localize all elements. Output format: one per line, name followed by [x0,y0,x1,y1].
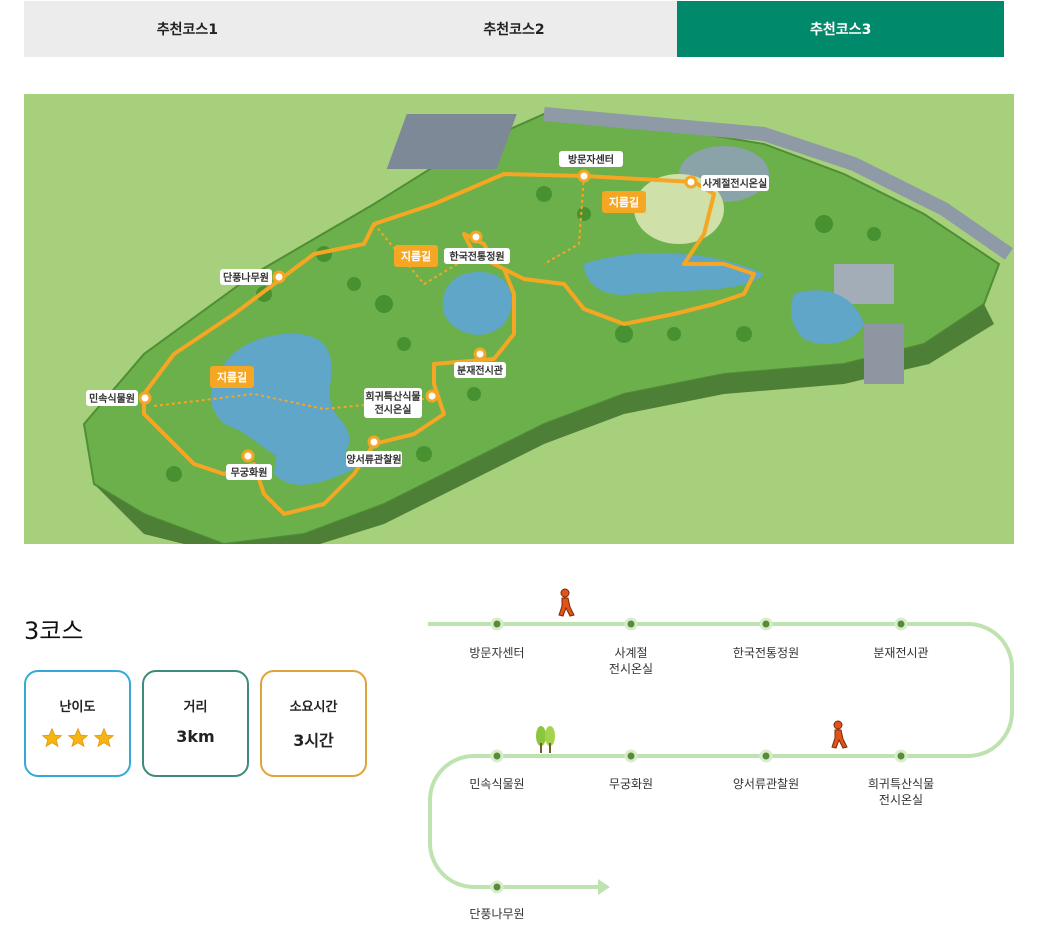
time-label: 소요시간 [289,700,338,715]
distance-label: 거리 [183,700,208,715]
route-stop-label: 민속식물원 [469,777,525,791]
map-label-bonsai-hall: 분재전시관 [457,364,504,377]
route-stop-label: 분재전시관 [873,646,929,660]
map-label-seasonal-greenhouse: 사계절전시온실 [703,177,767,190]
map-label-visitor-center: 방문자센터 [568,153,614,166]
route-stop-label: 사계절 전시온실 [608,646,654,676]
map-label-rose-garden: 무궁화원 [231,466,268,479]
tree-icon [536,726,555,753]
distance-card: 거리 3km [142,670,249,777]
route-line [428,588,1014,895]
route-stop-label: 무궁화원 [608,777,654,791]
route-diagram: 방문자센터 사계절 전시온실 한국전통정원 분재전시관 희귀특산식물 전시온실 … [428,585,1028,925]
time-value: 3시간 [293,731,334,750]
star-icon [93,727,114,748]
course-tabs: 추천코스1 추천코스2 추천코스3 [24,1,1005,57]
difficulty-stars [41,727,115,749]
map-label-korean-garden: 한국전통정원 [449,250,504,263]
map-label-rare-plants: 희귀특산식물 [365,390,420,403]
tab-course-2[interactable]: 추천코스2 [350,1,678,57]
difficulty-label: 난이도 [59,700,96,715]
svg-text:전시온실: 전시온실 [375,403,412,416]
shortcut-label-2: 지름길 [401,249,431,263]
tab-course-3[interactable]: 추천코스3 [677,1,1005,57]
route-stop-label: 한국전통정원 [732,646,800,660]
shortcut-label-3: 지름길 [217,370,247,384]
route-stop-label: 단풍나무원 [469,907,525,921]
distance-value: 3km [176,727,215,746]
difficulty-card: 난이도 [24,670,131,777]
park-map-illustration: 방문자센터 사계절전시온실 한국전통정원 분재전시관 희귀특산식물 전시온실 양… [82,107,1013,544]
walker-icon [558,588,575,617]
course-title: 3코스 [24,617,84,645]
route-stop-label: 희귀특산식물 전시온실 [867,777,935,807]
tab-course-1[interactable]: 추천코스1 [24,1,351,57]
route-stop-label: 방문자센터 [469,646,525,660]
star-icon [67,727,88,748]
course-map: 방문자센터 사계절전시온실 한국전통정원 분재전시관 희귀특산식물 전시온실 양… [24,94,1014,544]
map-label-maple-garden: 단풍나무원 [223,271,269,284]
shortcut-label-1: 지름길 [609,195,639,209]
map-label-folk-plants: 민속식물원 [89,392,135,405]
course-stats: 난이도 거리 3km 소요시간 3시간 [24,670,367,777]
map-label-western-garden: 양서류관찰원 [346,453,401,466]
time-card: 소요시간 3시간 [260,670,367,777]
star-icon [41,727,62,748]
walker-icon [831,720,848,749]
route-stop-label: 양서류관찰원 [732,777,800,791]
